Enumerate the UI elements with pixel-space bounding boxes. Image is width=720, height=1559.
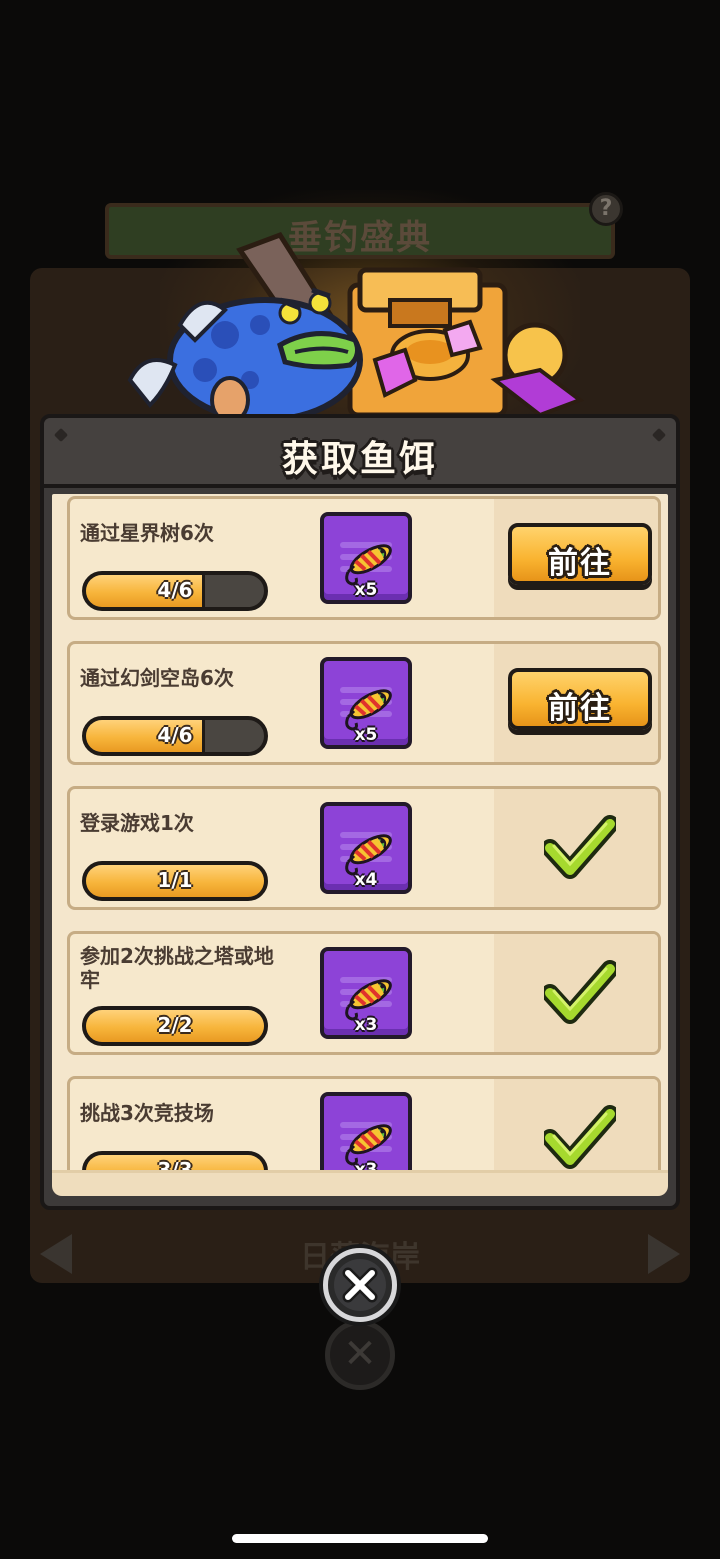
go-button-label: 前往 [548,546,612,581]
fish-mascot-treasure-illustration [127,231,585,424]
reward-quantity: x3 [354,1015,378,1035]
reward-item[interactable]: x3 [320,947,412,1039]
progress-bar: 2/2 [82,1006,268,1046]
game-screen: 垂钓盛典 ? 日落海岸 ✕ [0,0,720,1559]
close-button[interactable] [323,1248,397,1322]
task-name: 通过幻剑空岛6次 [80,666,234,690]
task-name: 参加2次挑战之塔或地牢 [80,944,274,992]
dialog-title: 获取鱼饵 [281,439,438,480]
task-row: 参加2次挑战之塔或地牢 2/2 x3 [67,931,661,1055]
task-name: 挑战3次竞技场 [80,1101,214,1125]
reward-quantity: x5 [354,580,378,600]
checkmark-icon [544,1105,616,1169]
progress-text: 4/6 [157,578,193,602]
progress-text: 4/6 [157,723,193,747]
progress-bar: 1/1 [82,861,268,901]
task-list[interactable]: 通过星界树6次 4/6 x5 前往 通过幻剑空岛6次 4/6 x5 前往 登录游戏1次 1/1 x4… [52,494,668,1194]
go-button[interactable]: 前往 [508,523,652,585]
task-name: 通过星界树6次 [80,521,214,545]
progress-bar: 4/6 [82,571,268,611]
go-button-label: 前往 [548,691,612,726]
dialog-bottom-edge [52,1170,668,1196]
help-icon: ? [589,192,623,226]
reward-item[interactable]: x5 [320,512,412,604]
close-icon [342,1267,378,1303]
progress-bar: 4/6 [82,716,268,756]
reward-item[interactable]: x4 [320,802,412,894]
checkmark-icon [544,960,616,1024]
reward-quantity: x5 [354,725,378,745]
dialog-header: 获取鱼饵 [44,418,676,488]
reward-quantity: x4 [354,870,378,890]
checkmark-icon [544,815,616,879]
task-row: 通过星界树6次 4/6 x5 前往 [67,496,661,620]
progress-text: 1/1 [157,868,193,892]
bait-dialog: 获取鱼饵 通过星界树6次 4/6 x5 前往 通过幻剑空岛6次 4/6 x5 前往 登录游戏1次… [40,414,680,1210]
task-name: 登录游戏1次 [80,811,194,835]
go-button[interactable]: 前往 [508,668,652,730]
task-row: 登录游戏1次 1/1 x4 [67,786,661,910]
home-indicator[interactable] [232,1534,488,1543]
task-row: 通过幻剑空岛6次 4/6 x5 前往 [67,641,661,765]
background-close-icon: ✕ [325,1320,395,1390]
progress-text: 2/2 [157,1013,193,1037]
reward-item[interactable]: x5 [320,657,412,749]
